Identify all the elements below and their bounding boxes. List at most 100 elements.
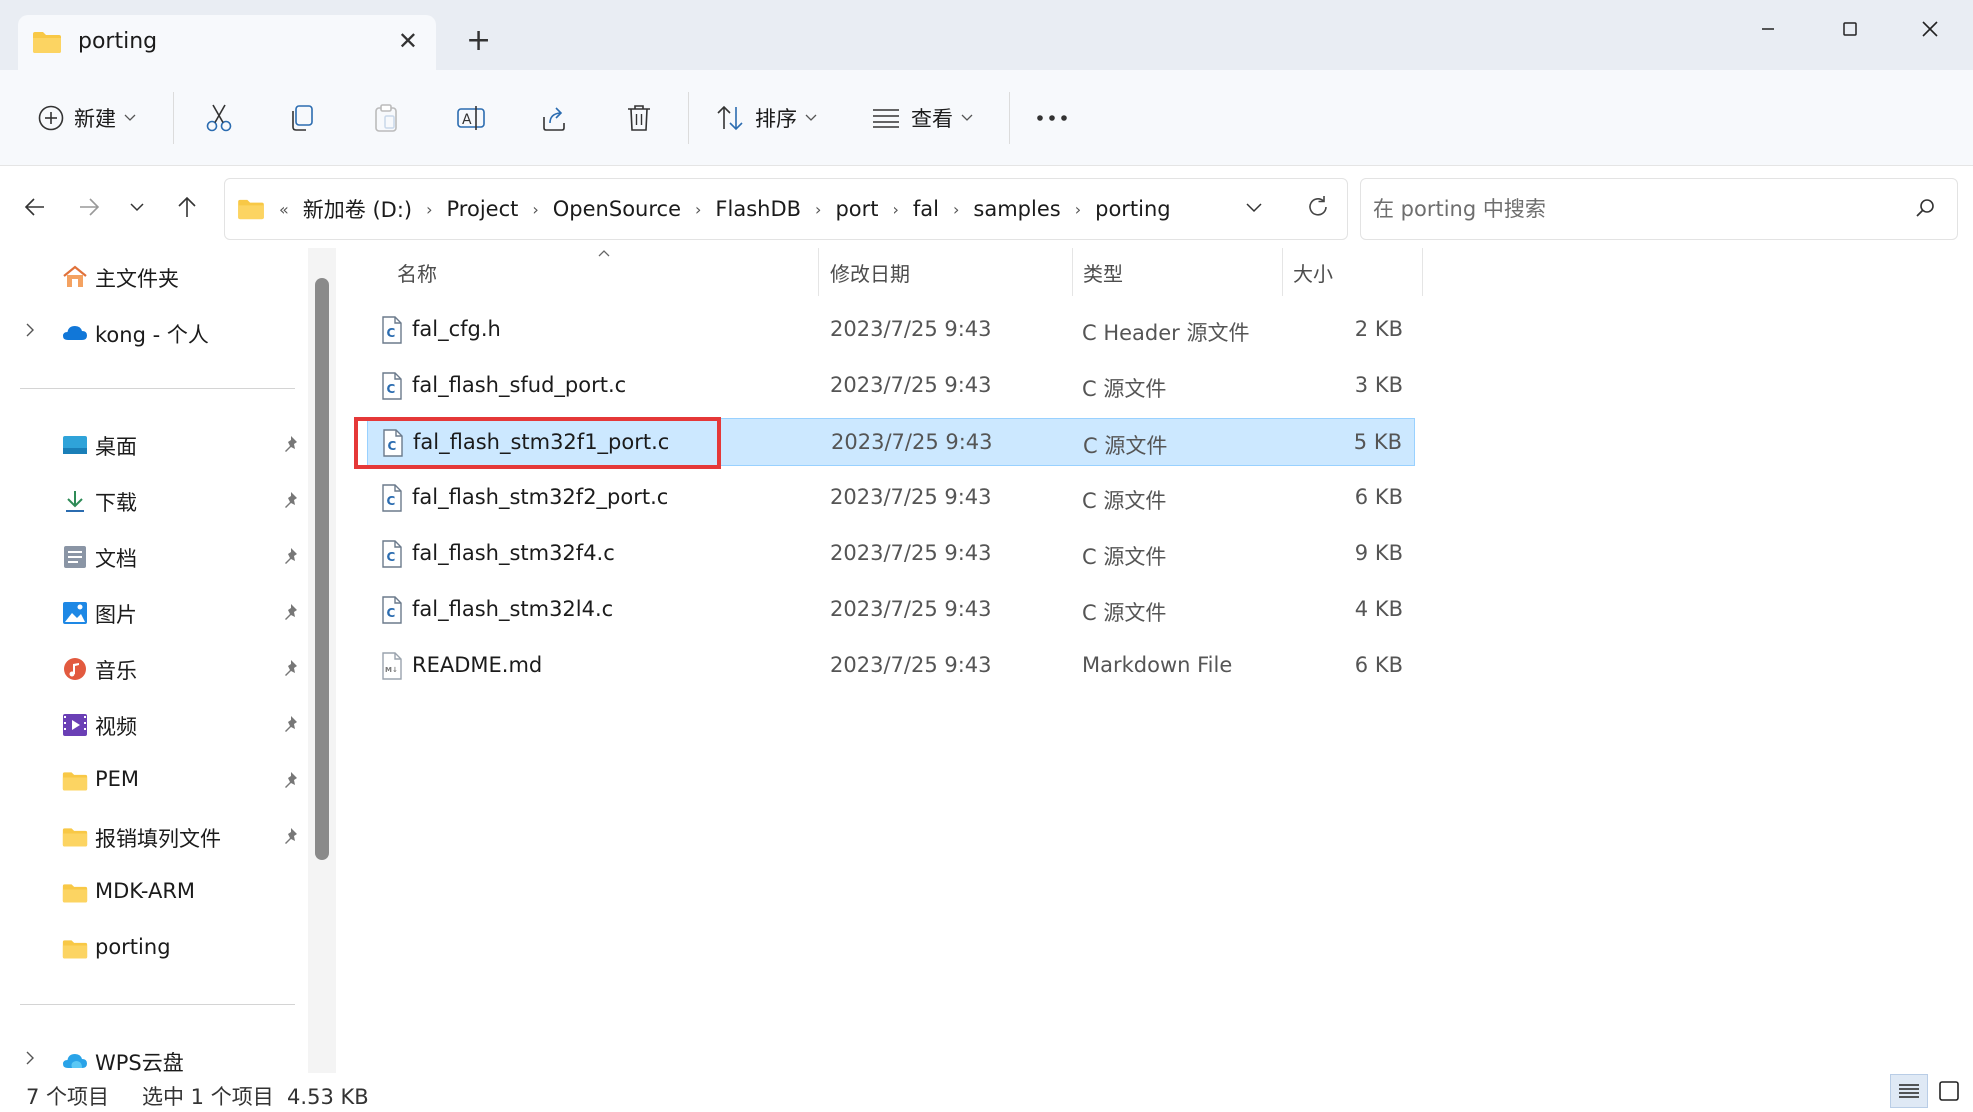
chevron-right-icon[interactable] <box>24 1050 36 1066</box>
copy-icon <box>292 105 313 131</box>
recent-locations-button[interactable] <box>122 192 152 222</box>
share-button[interactable] <box>540 98 568 138</box>
sidebar-item-videos[interactable]: 视频 <box>0 700 300 750</box>
chevron-right-icon[interactable] <box>24 322 36 338</box>
pin-icon[interactable] <box>282 659 300 679</box>
cloud-icon <box>63 326 87 340</box>
pin-icon[interactable] <box>282 547 300 567</box>
pin-icon[interactable] <box>282 435 300 455</box>
svg-text:C: C <box>387 494 396 508</box>
breadcrumb-opensource[interactable]: OpenSource <box>547 197 687 221</box>
chevron-right-icon[interactable]: › <box>524 200 546 219</box>
minimize-icon[interactable] <box>1743 14 1793 44</box>
search-input[interactable] <box>1371 187 1895 231</box>
sidebar-item-desktop[interactable]: 桌面 <box>0 420 300 470</box>
folder-icon <box>62 772 88 791</box>
maximize-icon[interactable] <box>1825 14 1875 44</box>
column-divider[interactable] <box>1072 248 1073 296</box>
sidebar-item-porting[interactable]: porting <box>0 924 300 974</box>
column-divider[interactable] <box>1282 248 1283 296</box>
chevron-right-icon[interactable]: › <box>687 200 709 219</box>
table-row[interactable]: C fal_flash_stm32l4.c 2023/7/25 9:43 C 源… <box>367 586 1415 634</box>
tab-porting[interactable]: porting ✕ <box>18 15 436 70</box>
column-header-modified[interactable]: 修改日期 <box>830 248 910 296</box>
breadcrumb-flashdb[interactable]: FlashDB <box>709 197 807 221</box>
more-options-button[interactable] <box>1036 98 1068 138</box>
address-bar[interactable]: « 新加卷 (D:) › Project › OpenSource › Flas… <box>224 178 1348 240</box>
sidebar-scrollbar-thumb[interactable] <box>315 278 329 860</box>
file-modified: 2023/7/25 9:43 <box>830 485 992 509</box>
sort-button[interactable]: 排序 <box>715 98 817 138</box>
new-button[interactable]: 新建 <box>38 98 136 138</box>
pin-icon[interactable] <box>282 715 300 735</box>
file-explorer-window: porting ✕ + 新建 A 排序 查看 « 新加卷 (D:) › Proj… <box>0 0 1973 1112</box>
table-row[interactable]: M↓ README.md 2023/7/25 9:43 Markdown Fil… <box>367 642 1415 690</box>
column-divider[interactable] <box>1422 248 1423 296</box>
up-button[interactable] <box>172 192 202 222</box>
pin-icon[interactable] <box>282 827 300 847</box>
file-name: fal_flash_stm32f4.c <box>412 541 615 565</box>
breadcrumb-porting[interactable]: porting <box>1089 197 1177 221</box>
sidebar-item-pictures[interactable]: 图片 <box>0 588 300 638</box>
back-button[interactable] <box>20 192 50 222</box>
sidebar-scrollbar[interactable] <box>308 248 336 1073</box>
list-view-icon <box>873 109 899 128</box>
search-box[interactable] <box>1360 178 1958 240</box>
column-header-type[interactable]: 类型 <box>1083 248 1123 296</box>
new-button-label: 新建 <box>74 107 116 131</box>
breadcrumb-samples[interactable]: samples <box>967 197 1066 221</box>
pin-icon[interactable] <box>282 771 300 791</box>
delete-button[interactable] <box>626 98 652 138</box>
chevron-right-icon[interactable]: › <box>807 200 829 219</box>
forward-button[interactable] <box>74 192 104 222</box>
column-header-name[interactable]: 名称 <box>397 248 437 296</box>
breadcrumb-port[interactable]: port <box>829 197 884 221</box>
arrow-up-icon <box>178 196 196 217</box>
breadcrumb-drive[interactable]: 新加卷 (D:) <box>297 194 418 224</box>
column-header-size[interactable]: 大小 <box>1293 248 1333 296</box>
close-tab-icon[interactable]: ✕ <box>398 27 418 55</box>
address-history-button[interactable] <box>1245 199 1263 218</box>
details-view-button[interactable] <box>1890 1074 1928 1108</box>
view-button[interactable]: 查看 <box>871 98 973 138</box>
sidebar-item-home[interactable]: 主文件夹 <box>0 252 300 302</box>
file-modified: 2023/7/25 9:43 <box>831 430 993 454</box>
table-row[interactable]: C fal_flash_stm32f2_port.c 2023/7/25 9:4… <box>367 474 1415 522</box>
sidebar-item-mdk-arm[interactable]: MDK-ARM <box>0 868 300 918</box>
column-divider[interactable] <box>818 248 819 296</box>
chevron-right-icon[interactable]: › <box>945 200 967 219</box>
large-icons-view-button[interactable] <box>1930 1074 1968 1108</box>
search-icon[interactable] <box>1915 197 1937 219</box>
table-row[interactable]: C fal_cfg.h 2023/7/25 9:43 C Header 源文件 … <box>367 306 1415 354</box>
chevron-right-icon[interactable]: › <box>1067 200 1089 219</box>
rename-button[interactable]: A <box>456 98 486 138</box>
breadcrumb-project[interactable]: Project <box>441 197 525 221</box>
cut-button[interactable] <box>205 98 233 138</box>
table-row[interactable]: C fal_flash_sfud_port.c 2023/7/25 9:43 C… <box>367 362 1415 410</box>
sidebar-item-pem[interactable]: PEM <box>0 756 300 806</box>
table-row-selected[interactable]: C fal_flash_stm32f1_port.c 2023/7/25 9:4… <box>367 418 1415 466</box>
close-window-icon[interactable] <box>1905 14 1955 44</box>
sidebar-item-onedrive[interactable]: kong - 个人 <box>0 308 300 358</box>
sidebar-item-reimbursement[interactable]: 报销填列文件 <box>0 812 300 862</box>
sidebar-item-downloads[interactable]: 下载 <box>0 476 300 526</box>
refresh-button[interactable] <box>1305 194 1331 224</box>
copy-button[interactable] <box>288 98 316 138</box>
navigation-pane: 主文件夹 kong - 个人 桌面 下载 文档 图片 音乐 视频 PEM 报销填… <box>0 248 340 1075</box>
pin-icon[interactable] <box>282 491 300 511</box>
new-tab-icon[interactable]: + <box>466 26 491 56</box>
chevron-right-icon[interactable]: › <box>884 200 906 219</box>
file-size: 5 KB <box>1353 430 1402 454</box>
sidebar-item-documents[interactable]: 文档 <box>0 532 300 582</box>
overflow-chevron-icon[interactable]: « <box>271 200 297 219</box>
sidebar-item-music[interactable]: 音乐 <box>0 644 300 694</box>
paste-button[interactable] <box>372 98 400 138</box>
file-list: 名称 修改日期 类型 大小 C fal_cfg.h 2023/7/25 9:43… <box>342 248 1973 1073</box>
chevron-right-icon[interactable]: › <box>418 200 440 219</box>
pin-icon[interactable] <box>282 603 300 623</box>
download-icon <box>66 491 84 512</box>
status-bar: 7 个项目 选中 1 个项目 4.53 KB <box>0 1073 1973 1112</box>
toolbar-divider <box>688 92 689 144</box>
breadcrumb-fal[interactable]: fal <box>907 197 945 221</box>
table-row[interactable]: C fal_flash_stm32f4.c 2023/7/25 9:43 C 源… <box>367 530 1415 578</box>
